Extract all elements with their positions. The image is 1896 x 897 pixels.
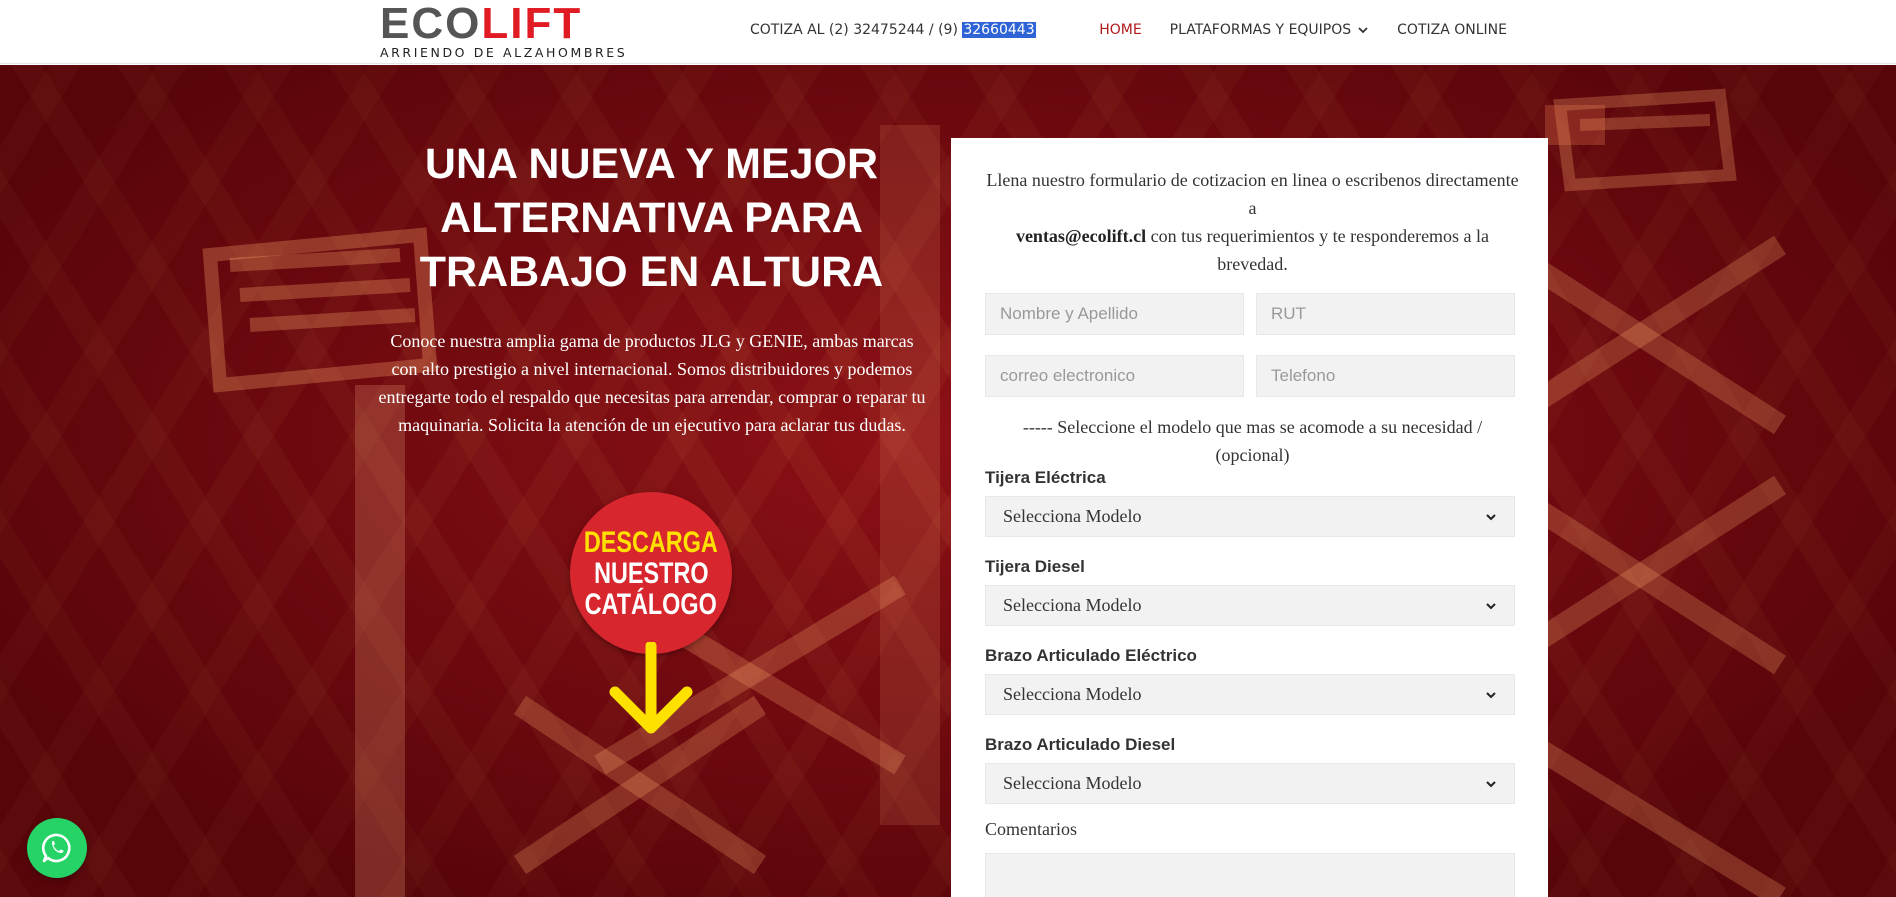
whatsapp-button[interactable] bbox=[27, 818, 87, 878]
main-nav: HOME PLATAFORMAS Y EQUIPOS COTIZA ONLINE bbox=[1099, 22, 1507, 38]
catalog-line-descarga: DESCARGA bbox=[584, 525, 718, 559]
label-tijera-electrica: Tijera Eléctrica bbox=[985, 468, 1106, 487]
select-value: Selecciona Modelo bbox=[1003, 684, 1142, 704]
name-input[interactable] bbox=[985, 293, 1244, 335]
select-brazo-articulado-electrico[interactable]: Selecciona Modelo bbox=[985, 674, 1515, 715]
label-tijera-diesel: Tijera Diesel bbox=[985, 557, 1085, 576]
chevron-down-icon bbox=[1486, 513, 1496, 520]
highlighted-phone-number[interactable]: 32660443 bbox=[962, 22, 1036, 38]
nav-plataformas-label: PLATAFORMAS Y EQUIPOS bbox=[1169, 22, 1352, 38]
form-intro: Llena nuestro formulario de cotizacion e… bbox=[985, 166, 1520, 278]
rut-input[interactable] bbox=[1256, 293, 1515, 335]
model-hint: ----- Seleccione el modelo que mas se ac… bbox=[1022, 417, 1483, 465]
hero-title: UNA NUEVA Y MEJOR ALTERNATIVA PARA TRABA… bbox=[419, 140, 884, 296]
select-tijera-diesel[interactable]: Selecciona Modelo bbox=[985, 585, 1515, 626]
ecolift-logo[interactable]: ECOLIFT ARRIENDO DE ALZAHOMBRES bbox=[380, 2, 634, 61]
nav-home-label: HOME bbox=[1099, 22, 1142, 38]
chevron-down-icon bbox=[1486, 691, 1496, 698]
catalog-line-catalogo: CATÁLOGO bbox=[584, 587, 718, 621]
download-catalog-button[interactable]: DESCARGA NUESTRO CATÁLOGO bbox=[570, 492, 732, 734]
chevron-down-icon bbox=[1486, 602, 1496, 609]
hero-description: Conoce nuestra amplia gama de productos … bbox=[378, 331, 926, 435]
chevron-down-icon bbox=[1486, 780, 1496, 787]
nav-cotiza-label: COTIZA ONLINE bbox=[1397, 22, 1507, 38]
nav-plataformas-y-equipos[interactable]: PLATAFORMAS Y EQUIPOS bbox=[1170, 22, 1369, 38]
catalog-line-nuestro: NUESTRO bbox=[593, 556, 709, 590]
nav-cotiza-online[interactable]: COTIZA ONLINE bbox=[1397, 22, 1507, 38]
whatsapp-icon bbox=[41, 833, 71, 863]
select-value: Selecciona Modelo bbox=[1003, 773, 1142, 793]
phone-input[interactable] bbox=[1256, 355, 1515, 397]
logo-eco: ECO bbox=[380, 0, 482, 48]
comments-textarea[interactable] bbox=[985, 853, 1515, 897]
form-intro-before: Llena nuestro formulario de cotizacion e… bbox=[986, 170, 1519, 218]
chevron-down-icon bbox=[1358, 27, 1368, 34]
site-header: ECOLIFT ARRIENDO DE ALZAHOMBRES COTIZA A… bbox=[0, 0, 1896, 64]
catalog-badge: DESCARGA NUESTRO CATÁLOGO bbox=[570, 492, 732, 654]
contact-email[interactable]: ventas@ecolift.cl bbox=[1016, 226, 1146, 246]
hero-section: UNA NUEVA Y MEJOR ALTERNATIVA PARA TRABA… bbox=[0, 65, 1896, 897]
quote-phone-prefix: COTIZA AL (2) 32475244 / (9) bbox=[750, 22, 963, 38]
quote-phone-text: COTIZA AL (2) 32475244 / (9) 32660443 bbox=[750, 22, 1036, 38]
form-intro-after: con tus requerimientos y te responderemo… bbox=[1150, 226, 1490, 274]
label-brazo-articulado-diesel: Brazo Articulado Diesel bbox=[985, 735, 1176, 754]
logo-lift: LIFT bbox=[481, 0, 583, 48]
select-value: Selecciona Modelo bbox=[1003, 595, 1142, 615]
arrow-down-icon bbox=[609, 642, 693, 734]
select-brazo-articulado-diesel[interactable]: Selecciona Modelo bbox=[985, 763, 1515, 804]
comments-label: Comentarios bbox=[985, 819, 1077, 839]
label-brazo-articulado-electrico: Brazo Articulado Eléctrico bbox=[985, 646, 1197, 665]
nav-home[interactable]: HOME bbox=[1099, 22, 1141, 38]
logo-tagline: ARRIENDO DE ALZAHOMBRES bbox=[380, 45, 628, 60]
quote-form-panel: Llena nuestro formulario de cotizacion e… bbox=[951, 138, 1548, 897]
hero-background-lifts bbox=[202, 88, 1786, 897]
select-tijera-electrica[interactable]: Selecciona Modelo bbox=[985, 496, 1515, 537]
email-input[interactable] bbox=[985, 355, 1244, 397]
select-value: Selecciona Modelo bbox=[1003, 506, 1142, 526]
logo-wordmark: ECOLIFT bbox=[380, 2, 634, 46]
